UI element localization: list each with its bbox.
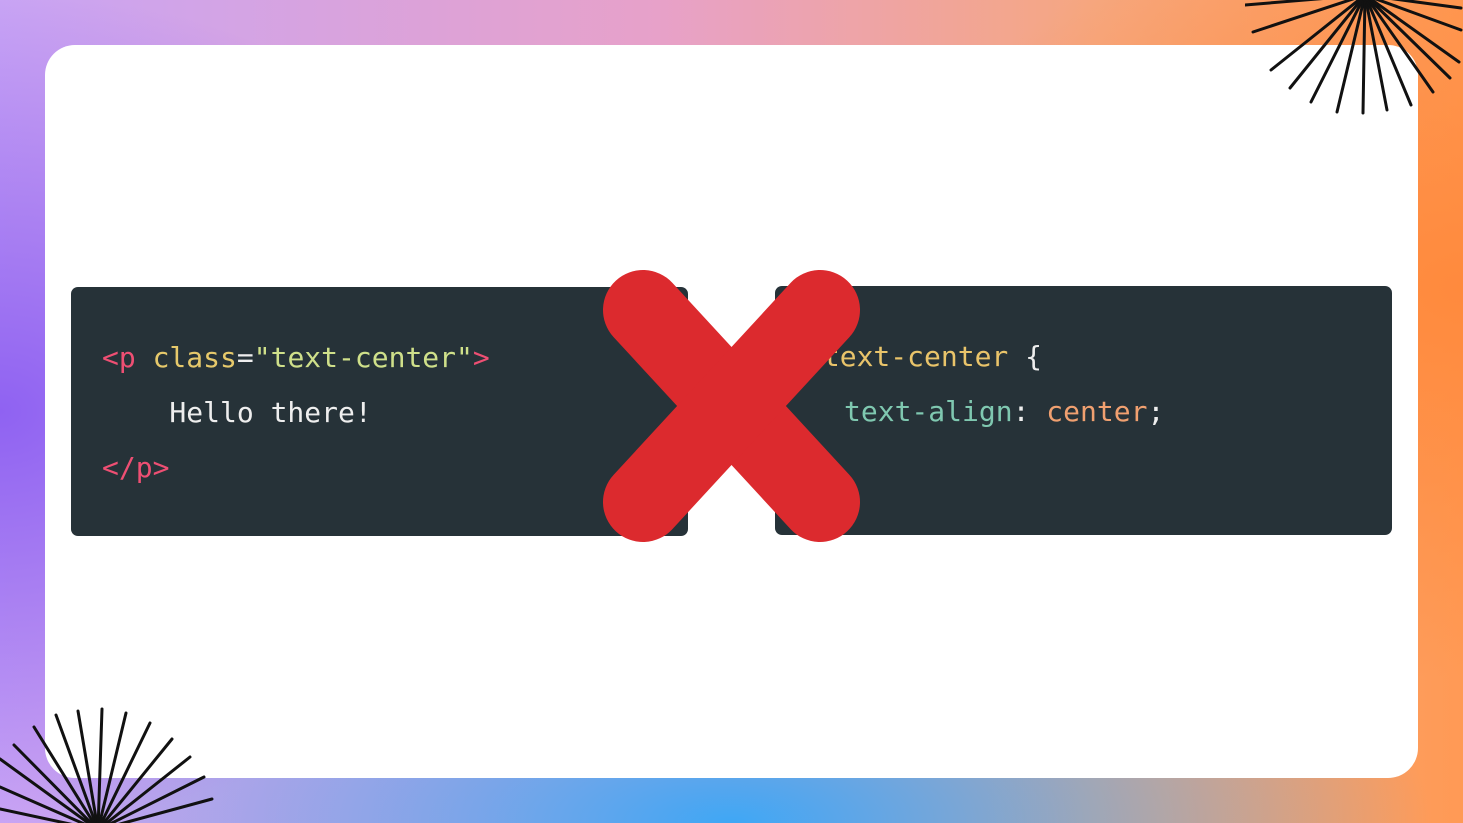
cross-icon [603, 270, 860, 542]
html-attr-value: "text-center" [253, 341, 473, 374]
css-value: center [1046, 395, 1148, 428]
css-colon: : [1012, 395, 1047, 428]
css-open-brace: { [1008, 340, 1043, 373]
html-attr-name: class [135, 341, 237, 374]
css-semicolon: ; [1147, 395, 1165, 428]
sunburst-icon [0, 707, 214, 823]
html-open-tag: <p [102, 341, 136, 374]
html-code-line-3: </p> [102, 451, 170, 484]
sunburst-icon [1245, 0, 1463, 115]
html-code-line-2: Hello there! [102, 396, 372, 429]
html-code-line-1: <p class="text-center"> [102, 341, 490, 375]
css-code-line-2: text-align: center; [844, 395, 1164, 429]
html-tag-close-bracket: > [472, 341, 490, 374]
html-attr-equals: = [236, 341, 254, 374]
